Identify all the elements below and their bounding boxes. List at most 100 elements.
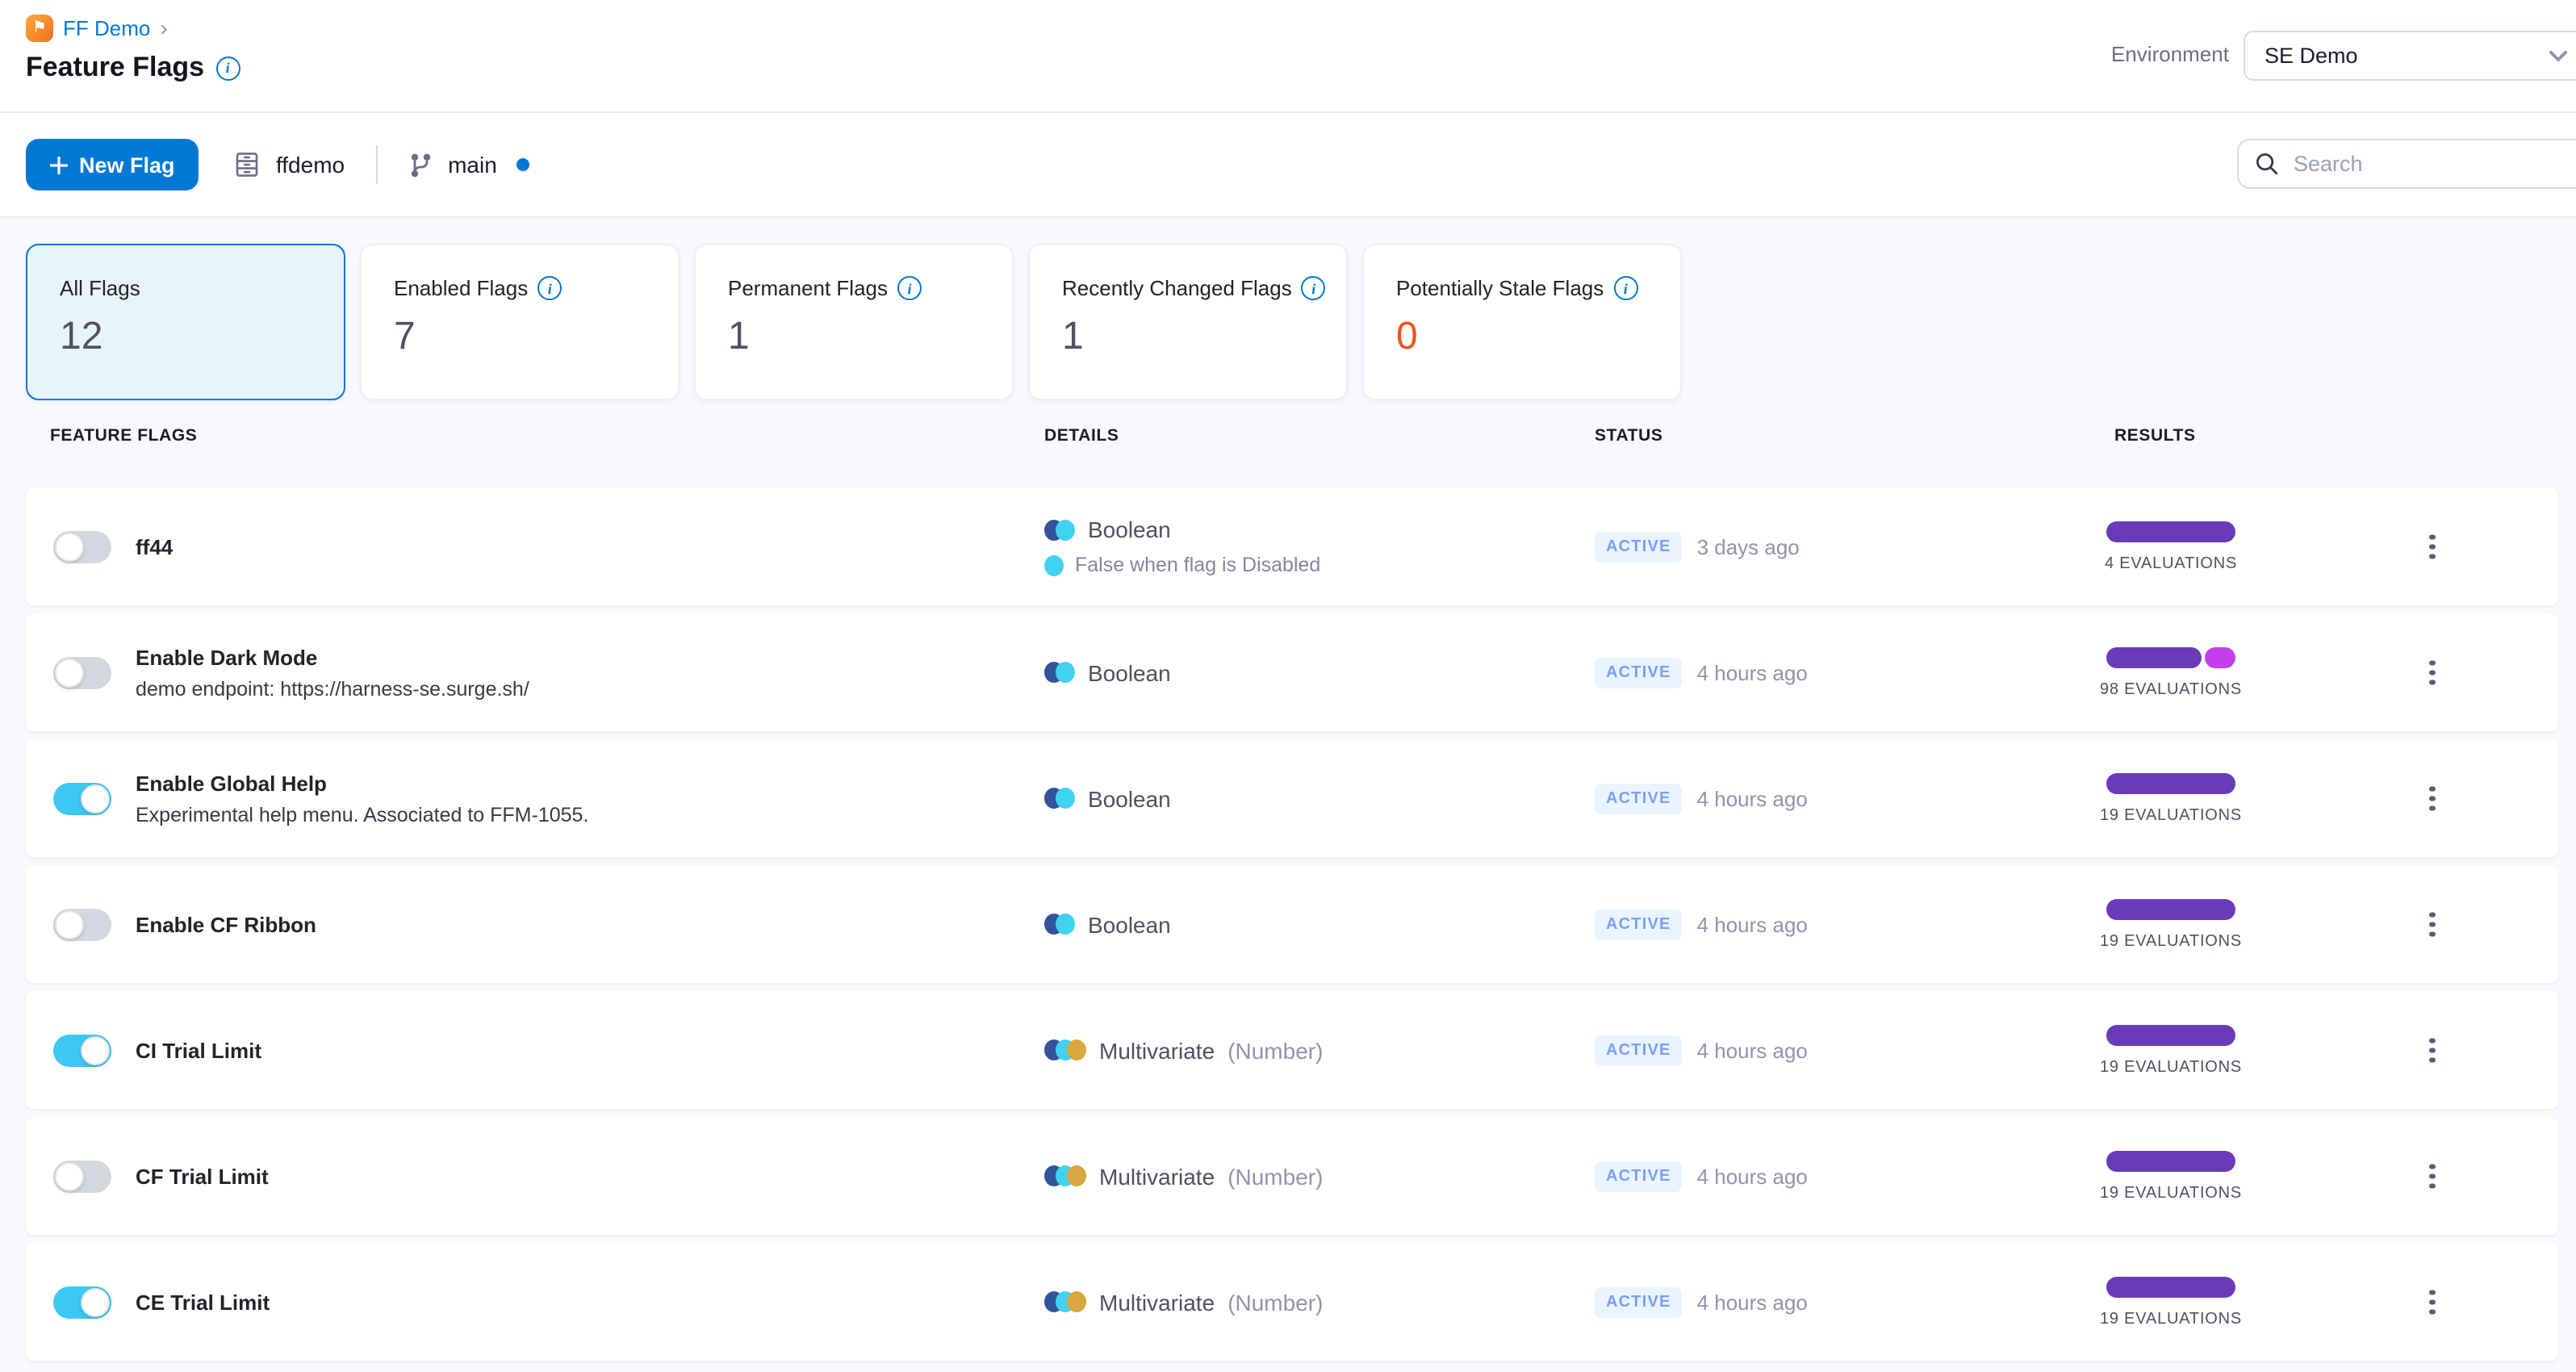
new-flag-label: New Flag [79, 153, 175, 177]
flag-name[interactable]: ff44 [136, 534, 173, 558]
flag-type-icon [1044, 788, 1075, 809]
summary-card[interactable]: Potentially Stale Flags i 0 [1362, 244, 1682, 400]
column-header-status: STATUS [1595, 426, 1663, 445]
search-icon [2256, 153, 2278, 175]
evaluations-bar [2106, 1024, 2235, 1045]
flag-toggle[interactable] [53, 530, 111, 563]
flag-description: demo endpoint: https://harness-se.surge.… [136, 677, 529, 700]
flag-type-icon [1044, 1165, 1086, 1186]
flag-type-label: Boolean [1088, 659, 1171, 685]
environment-value: SE Demo [2264, 44, 2358, 68]
status-badge: ACTIVE [1595, 531, 1683, 562]
flag-description: Experimental help menu. Associated to FF… [136, 803, 589, 826]
row-menu-button[interactable] [2421, 1156, 2443, 1197]
flag-name[interactable]: Enable Dark Mode [136, 645, 529, 669]
repository-icon [236, 153, 258, 177]
evaluations-bar [2106, 521, 2235, 542]
summary-card[interactable]: Recently Changed Flags i 1 [1028, 244, 1348, 400]
evaluations-count: 19 EVALUATIONS [2099, 806, 2243, 824]
column-header-results: RESULTS [2114, 426, 2196, 445]
flag-type-label: Boolean [1088, 785, 1171, 811]
app: ⚑ FF Demo › Feature Flags i Environment … [0, 0, 2576, 1372]
last-updated: 4 hours ago [1696, 912, 1808, 936]
flag-type-label: Multivariate [1099, 1163, 1215, 1189]
flag-toggle[interactable] [53, 1160, 111, 1192]
breadcrumb-project-link[interactable]: FF Demo [63, 16, 150, 40]
table-row: Enable Dark Mode demo endpoint: https://… [26, 613, 2558, 731]
flag-name[interactable]: CF Trial Limit [136, 1164, 269, 1188]
info-icon[interactable]: i [215, 56, 240, 80]
table-header: FEATURE FLAGS DETAILS STATUS RESULTS [0, 426, 2576, 452]
chevron-right-icon: › [160, 15, 168, 40]
info-icon[interactable]: i [537, 276, 562, 300]
summary-card-value: 12 [60, 315, 103, 358]
summary-card[interactable]: All Flags 12 [26, 244, 345, 400]
branch-name[interactable]: main [448, 152, 497, 178]
toggle-knob [55, 910, 84, 939]
plus-icon [50, 156, 68, 174]
last-updated: 3 days ago [1696, 534, 1800, 558]
environment-select[interactable]: SE Demo [2244, 31, 2576, 81]
toggle-knob [81, 1035, 110, 1065]
table-row: Enable CF Ribbon Boolean ACTIVE 4 hours … [26, 865, 2558, 983]
flag-toggle[interactable] [53, 1286, 111, 1318]
toggle-knob [55, 1161, 84, 1190]
flag-name[interactable]: CI Trial Limit [136, 1038, 261, 1062]
summary-card[interactable]: Permanent Flags i 1 [694, 244, 1014, 400]
evaluations-bar [2106, 898, 2235, 919]
flag-toggle[interactable] [53, 1034, 111, 1066]
row-menu-button[interactable] [2421, 904, 2443, 945]
info-icon[interactable]: i [1301, 276, 1326, 300]
search-input[interactable] [2290, 150, 2539, 178]
column-header-details: DETAILS [1044, 426, 1119, 445]
row-menu-button[interactable] [2421, 778, 2443, 819]
flag-name[interactable]: CE Trial Limit [136, 1290, 270, 1314]
column-header-feature-flags: FEATURE FLAGS [50, 426, 198, 445]
flag-type-label: Boolean [1088, 517, 1171, 542]
flag-name[interactable]: Enable Global Help [136, 771, 588, 795]
flag-toggle[interactable] [53, 908, 111, 940]
summary-card[interactable]: Enabled Flags i 7 [360, 244, 680, 400]
evaluations-count: 98 EVALUATIONS [2099, 680, 2243, 698]
flag-type-label: Multivariate [1099, 1289, 1215, 1315]
flag-toggle[interactable] [53, 782, 111, 814]
row-menu-button[interactable] [2421, 1030, 2443, 1071]
last-updated: 4 hours ago [1696, 1164, 1808, 1188]
toggle-knob [55, 532, 84, 561]
flag-type-icon [1044, 1039, 1086, 1060]
row-menu-button[interactable] [2421, 1282, 2443, 1323]
flag-type-label: Boolean [1088, 911, 1171, 937]
summary-card-value: 1 [728, 315, 750, 358]
flag-type-variant: (Number) [1227, 1163, 1324, 1189]
row-menu-button[interactable] [2421, 526, 2443, 567]
toggle-knob [81, 784, 110, 813]
status-badge: ACTIVE [1595, 657, 1683, 688]
repo-name[interactable]: ffdemo [276, 152, 345, 178]
evaluations-bar [2106, 646, 2235, 667]
status-badge: ACTIVE [1595, 783, 1683, 814]
summary-card-value: 1 [1062, 315, 1084, 358]
info-icon[interactable]: i [1613, 276, 1638, 300]
last-updated: 4 hours ago [1696, 786, 1808, 810]
search-box [2237, 139, 2576, 189]
table-row: CF Trial Limit Multivariate (Number) ACT… [26, 1117, 2558, 1235]
evaluations-count: 19 EVALUATIONS [2099, 1184, 2243, 1202]
evaluations-bar [2106, 1276, 2235, 1297]
summary-card-value: 7 [394, 315, 416, 358]
environment-label: Environment [2111, 42, 2229, 66]
flag-toggle[interactable] [53, 656, 111, 688]
table-row: Enable Global Help Experimental help men… [26, 739, 2558, 857]
flag-rows: ff44 Boolean False when flag is Disabled… [26, 487, 2558, 1369]
flag-type-icon [1044, 519, 1075, 540]
flag-type-variant: (Number) [1227, 1289, 1324, 1315]
flag-name[interactable]: Enable CF Ribbon [136, 912, 316, 936]
flag-type-icon [1044, 662, 1075, 683]
new-flag-button[interactable]: New Flag [26, 139, 199, 190]
row-menu-button[interactable] [2421, 652, 2443, 693]
summary-card-label: Recently Changed Flags [1062, 276, 1292, 300]
status-badge: ACTIVE [1595, 909, 1683, 939]
status-badge: ACTIVE [1595, 1035, 1683, 1065]
info-icon[interactable]: i [897, 276, 922, 300]
branch-status-dot [516, 158, 529, 171]
evaluations-bar [2106, 772, 2235, 793]
